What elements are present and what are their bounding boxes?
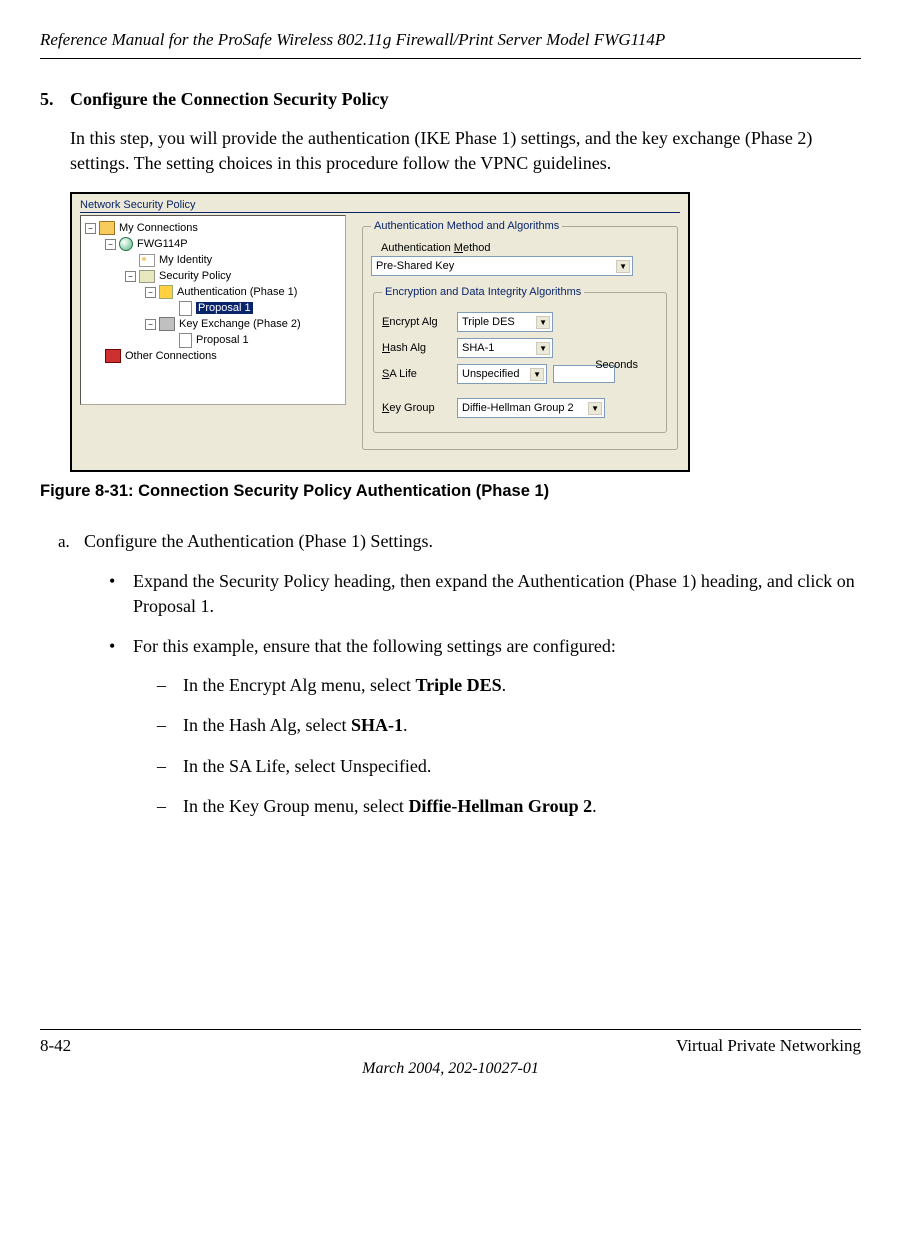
step-intro: In this step, you will provide the authe…	[70, 126, 861, 176]
tree-proposal-1-auth[interactable]: Proposal 1	[83, 300, 343, 316]
step-heading: 5. Configure the Connection Security Pol…	[40, 89, 861, 110]
network-policy-title: Network Security Policy	[80, 199, 680, 213]
sa-life-label: SA Life	[382, 368, 457, 380]
tree-auth-phase1[interactable]: − Authentication (Phase 1)	[83, 284, 343, 300]
lock-icon	[159, 285, 173, 299]
encrypt-alg-label: Encrypt Alg	[382, 316, 457, 328]
tree-label: Proposal 1	[196, 334, 249, 346]
seconds-label: Seconds	[595, 359, 638, 371]
auth-method-label: Authentication Method	[381, 242, 490, 254]
tree-proposal-1-keyexch[interactable]: Proposal 1	[83, 332, 343, 348]
document-icon	[179, 333, 192, 348]
tree-label-selected: Proposal 1	[196, 302, 253, 314]
keys-icon	[159, 317, 175, 331]
tree-label: My Identity	[159, 254, 212, 266]
plug-icon	[105, 349, 121, 363]
substep-a: Configure the Authentication (Phase 1) S…	[74, 529, 861, 819]
tree-root[interactable]: − My Connections	[83, 220, 343, 236]
encryption-legend: Encryption and Data Integrity Algorithms	[382, 286, 584, 298]
hash-alg-label: Hash Alg	[382, 342, 457, 354]
sa-life-value: Unspecified	[462, 368, 519, 380]
tree-connection[interactable]: − FWG114P	[83, 236, 343, 252]
bullet-item: Expand the Security Policy heading, then…	[109, 569, 861, 619]
figure-caption: Figure 8-31: Connection Security Policy …	[40, 482, 861, 501]
tree-label: My Connections	[119, 222, 198, 234]
step-number: 5.	[40, 89, 70, 110]
key-group-value: Diffie-Hellman Group 2	[462, 402, 574, 414]
encrypt-alg-dropdown[interactable]: Triple DES	[457, 312, 553, 332]
collapse-icon[interactable]: −	[105, 239, 116, 250]
tree-label: FWG114P	[137, 238, 188, 250]
section-title: Virtual Private Networking	[676, 1036, 861, 1056]
collapse-icon[interactable]: −	[85, 223, 96, 234]
page-number: 8-42	[40, 1036, 71, 1056]
dash-item: In the Key Group menu, select Diffie-Hel…	[157, 794, 861, 819]
bullet-item: For this example, ensure that the follow…	[109, 634, 861, 819]
tree-keyexch-phase2[interactable]: − Key Exchange (Phase 2)	[83, 316, 343, 332]
encryption-group: Encryption and Data Integrity Algorithms…	[373, 286, 667, 433]
tree-label: Other Connections	[125, 350, 217, 362]
tree-label: Security Policy	[159, 270, 231, 282]
key-group-dropdown[interactable]: Diffie-Hellman Group 2	[457, 398, 605, 418]
folder-icon	[99, 221, 115, 235]
auth-method-group: Authentication Method and Algorithms Aut…	[362, 220, 678, 450]
hash-alg-dropdown[interactable]: SHA-1	[457, 338, 553, 358]
auth-method-dropdown[interactable]: Pre-Shared Key	[371, 256, 633, 276]
screenshot-panel: Network Security Policy − My Connections…	[70, 192, 690, 472]
auth-method-value: Pre-Shared Key	[376, 260, 454, 272]
collapse-icon[interactable]: −	[145, 319, 156, 330]
page-header: Reference Manual for the ProSafe Wireles…	[40, 30, 861, 59]
dash-item: In the SA Life, select Unspecified.	[157, 754, 861, 779]
hash-alg-value: SHA-1	[462, 342, 494, 354]
tree-pane[interactable]: − My Connections − FWG114P My Identity −…	[80, 215, 346, 405]
tree-other-connections[interactable]: Other Connections	[83, 348, 343, 364]
dash-item: In the Encrypt Alg menu, select Triple D…	[157, 673, 861, 698]
tree-label: Key Exchange (Phase 2)	[179, 318, 301, 330]
tree-identity[interactable]: My Identity	[83, 252, 343, 268]
tree-label: Authentication (Phase 1)	[177, 286, 297, 298]
footer-date: March 2004, 202-10027-01	[40, 1060, 861, 1078]
dash-item: In the Hash Alg, select SHA-1.	[157, 713, 861, 738]
key-group-label: Key Group	[382, 402, 457, 414]
document-icon	[179, 301, 192, 316]
identity-icon	[139, 254, 155, 267]
sa-life-dropdown[interactable]: Unspecified	[457, 364, 547, 384]
collapse-icon[interactable]: −	[145, 287, 156, 298]
tree-security-policy[interactable]: − Security Policy	[83, 268, 343, 284]
auth-method-legend: Authentication Method and Algorithms	[371, 220, 562, 232]
step-title: Configure the Connection Security Policy	[70, 89, 389, 110]
handshake-icon	[139, 270, 155, 283]
settings-pane: Authentication Method and Algorithms Aut…	[360, 215, 680, 450]
collapse-icon[interactable]: −	[125, 271, 136, 282]
page-footer: 8-42 Virtual Private Networking	[40, 1029, 861, 1056]
encrypt-alg-value: Triple DES	[462, 316, 515, 328]
globe-icon	[119, 237, 133, 251]
